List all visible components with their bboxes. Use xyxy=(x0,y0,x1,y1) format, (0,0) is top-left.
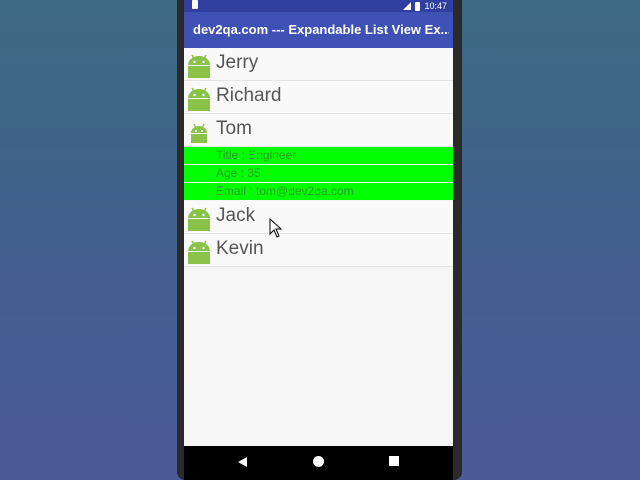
android-icon xyxy=(188,240,210,264)
group-label: Richard xyxy=(216,85,282,106)
group-label: Tom xyxy=(216,118,252,139)
recents-square-icon[interactable] xyxy=(389,456,399,466)
group-label: Jerry xyxy=(216,52,259,73)
android-icon xyxy=(188,54,210,78)
status-bar: 10:47 xyxy=(184,0,453,12)
home-circle-icon[interactable] xyxy=(313,456,324,467)
child-label: Title : Engineer xyxy=(216,148,297,162)
group-item-richard[interactable]: Richard xyxy=(184,81,453,114)
child-item-email[interactable]: Email : tom@dev2qa.com xyxy=(184,183,453,201)
child-label: Age : 35 xyxy=(216,166,261,180)
android-icon xyxy=(191,123,207,143)
child-label: Email : tom@dev2qa.com xyxy=(216,184,354,198)
android-icon xyxy=(188,207,210,231)
mouse-pointer-icon xyxy=(269,218,283,238)
app-title: dev2qa.com --- Expandable List View Ex..… xyxy=(193,22,449,37)
child-item-title[interactable]: Title : Engineer xyxy=(184,147,453,165)
back-triangle-icon[interactable] xyxy=(238,457,247,467)
phone-screen: 10:47 dev2qa.com --- Expandable List Vie… xyxy=(184,0,453,480)
android-icon xyxy=(188,87,210,111)
group-label: Kevin xyxy=(216,238,264,259)
app-bar: dev2qa.com --- Expandable List View Ex..… xyxy=(184,12,453,48)
status-time: 10:47 xyxy=(424,1,447,11)
group-item-jack[interactable]: Jack xyxy=(184,201,453,234)
group-label: Jack xyxy=(216,205,256,226)
group-item-kevin[interactable]: Kevin xyxy=(184,234,453,267)
group-item-jerry[interactable]: Jerry xyxy=(184,48,453,81)
navigation-bar xyxy=(184,446,453,480)
expandable-list: Jerry Richard Tom Title: Engineer Age:… xyxy=(184,48,453,267)
sd-card-icon xyxy=(192,0,198,9)
group-item-tom[interactable]: Tom xyxy=(184,114,453,147)
child-item-age[interactable]: Age : 35 xyxy=(184,165,453,183)
battery-icon xyxy=(415,1,421,11)
signal-icon xyxy=(403,2,412,10)
